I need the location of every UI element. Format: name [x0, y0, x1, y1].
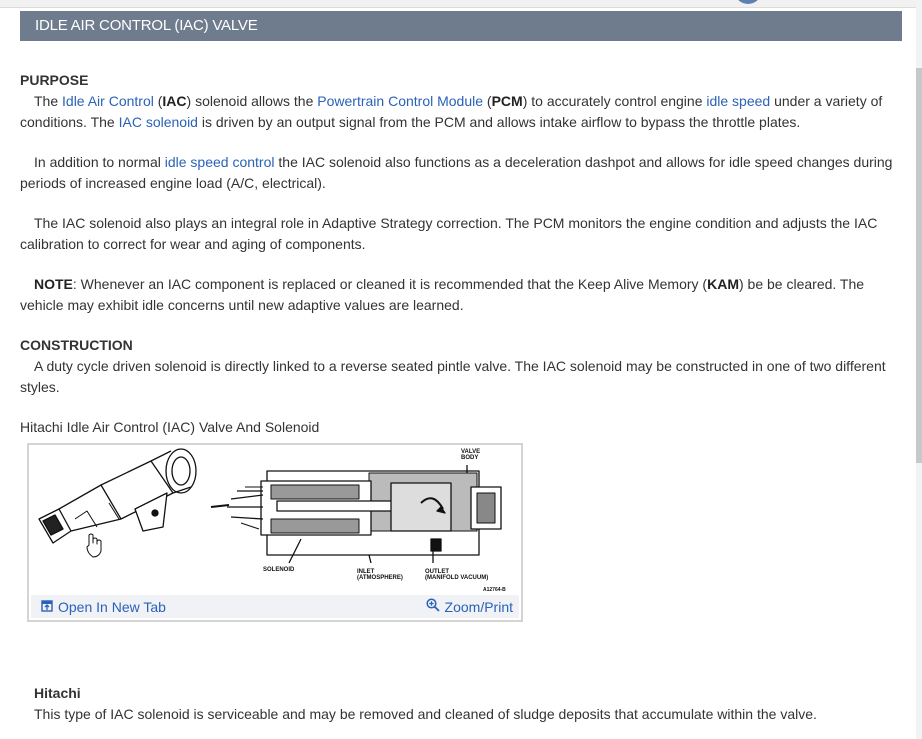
- purpose-paragraph-3: The IAC solenoid also plays an integral …: [20, 213, 900, 254]
- iac-valve-diagram[interactable]: VALVE BODY SOLENOID INLET (ATMOSPHERE) O…: [31, 447, 519, 595]
- purpose-paragraph-1: The Idle Air Control ( IAC) solenoid allo…: [20, 91, 900, 132]
- bold-kam: KAM: [707, 276, 739, 292]
- label-inlet-2: (ATMOSPHERE): [357, 575, 403, 581]
- purpose-paragraph-2: In addition to normal idle speed control…: [20, 152, 900, 193]
- link-powertrain-control-module[interactable]: Powertrain Control Module: [317, 93, 483, 109]
- label-valve-body-2: BODY: [461, 455, 478, 461]
- label-outlet-2: (MANIFOLD VACUUM): [425, 575, 488, 581]
- page-title: IDLE AIR CONTROL (IAC) VALVE: [20, 11, 902, 41]
- construction-paragraph: A duty cycle driven solenoid is directly…: [20, 356, 900, 397]
- open-in-new-tab-label: Open In New Tab: [58, 599, 166, 615]
- article-body: PURPOSE The Idle Air Control ( IAC) solen…: [20, 70, 900, 438]
- link-idle-air-control[interactable]: Idle Air Control: [62, 93, 154, 109]
- text: ) to accurately control engine: [522, 93, 707, 109]
- figure-caption: Hitachi Idle Air Control (IAC) Valve And…: [20, 419, 320, 435]
- text: ) solenoid allows the: [186, 93, 318, 109]
- scrollbar-thumb[interactable]: [916, 68, 922, 463]
- hitachi-paragraph: This type of IAC solenoid is serviceable…: [34, 706, 817, 722]
- hitachi-section: Hitachi This type of IAC solenoid is ser…: [34, 683, 894, 725]
- link-iac-solenoid[interactable]: IAC solenoid: [119, 114, 198, 130]
- scrollbar[interactable]: [916, 0, 922, 739]
- iac-valve-figure: VALVE BODY SOLENOID INLET (ATMOSPHERE) O…: [27, 443, 523, 622]
- link-idle-speed[interactable]: idle speed: [706, 93, 770, 109]
- label-solenoid: SOLENOID: [263, 567, 295, 573]
- text: is driven by an output signal from the P…: [197, 113, 801, 130]
- avatar[interactable]: [734, 0, 762, 4]
- bold-pcm: PCM: [491, 93, 523, 109]
- browser-top-strip: [0, 0, 922, 8]
- link-idle-speed-control[interactable]: idle speed control: [165, 154, 275, 170]
- text: In addition to normal: [34, 154, 165, 170]
- open-in-new-tab-icon: [41, 598, 53, 616]
- bold-iac: IAC: [162, 93, 187, 109]
- label-figure-ref: A12764-B: [483, 587, 506, 593]
- text: A duty cycle driven solenoid is directly…: [20, 358, 886, 395]
- note-paragraph: NOTE: Whenever an IAC component is repla…: [20, 274, 900, 315]
- figure-toolbar: Open In New Tab Zoom/Print: [31, 595, 519, 618]
- text: (: [483, 93, 492, 109]
- text: The IAC solenoid also plays an integral …: [20, 215, 878, 252]
- text: The: [34, 93, 63, 109]
- zoom-in-icon: [425, 598, 440, 616]
- text: : Whenever an IAC component is replaced …: [72, 276, 708, 292]
- construction-heading: CONSTRUCTION: [20, 337, 133, 353]
- note-label: NOTE: [34, 276, 73, 292]
- open-in-new-tab-button[interactable]: Open In New Tab: [41, 598, 166, 616]
- zoom-print-label: Zoom/Print: [444, 599, 513, 615]
- hitachi-heading: Hitachi: [34, 685, 81, 701]
- purpose-heading: PURPOSE: [20, 72, 89, 88]
- zoom-print-button[interactable]: Zoom/Print: [425, 598, 513, 616]
